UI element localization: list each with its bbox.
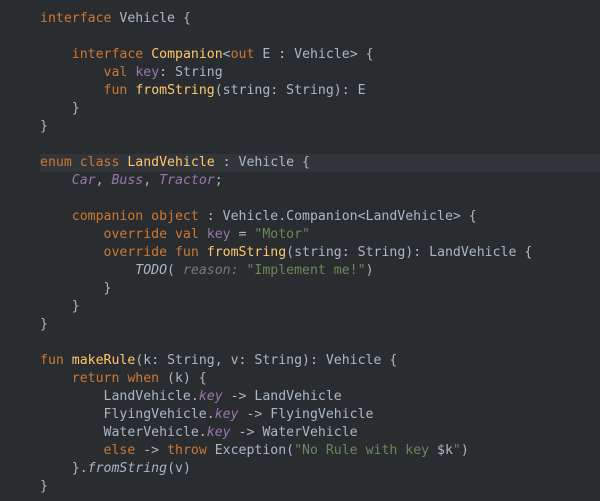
code-line: override fun fromString(string: String):…	[40, 245, 532, 260]
code-line: }	[40, 281, 111, 296]
code-line: LandVehicle.key -> LandVehicle	[40, 389, 342, 404]
code-line: WaterVehicle.key -> WaterVehicle	[40, 425, 358, 440]
code-line: return when (k) {	[40, 371, 207, 386]
code-line: TODO( reason: "Implement me!")	[40, 263, 374, 278]
code-line: FlyingVehicle.key -> FlyingVehicle	[40, 407, 374, 422]
code-line: }	[40, 119, 48, 134]
code-line: }	[40, 299, 80, 314]
code-line: }	[40, 479, 48, 494]
code-line: fun fromString(string: String): E	[40, 83, 366, 98]
code-line: interface Vehicle {	[40, 11, 191, 26]
code-line: }.fromString(v)	[40, 461, 191, 476]
code-line: }	[40, 101, 80, 116]
code-line: fun makeRule(k: String, v: String): Vehi…	[40, 353, 397, 368]
code-line: interface Companion<out E : Vehicle> {	[40, 47, 374, 62]
code-line: else -> throw Exception("No Rule with ke…	[40, 443, 469, 458]
code-block: interface Vehicle { interface Companion<…	[0, 0, 600, 501]
code-line: enum class LandVehicle : Vehicle {	[40, 154, 600, 172]
code-line: Car, Buss, Tractor;	[40, 173, 223, 188]
code-line: val key: String	[40, 65, 223, 80]
code-line: }	[40, 317, 48, 332]
code-line: companion object : Vehicle.Companion<Lan…	[40, 209, 477, 224]
code-line: override val key = "Motor"	[40, 227, 310, 242]
